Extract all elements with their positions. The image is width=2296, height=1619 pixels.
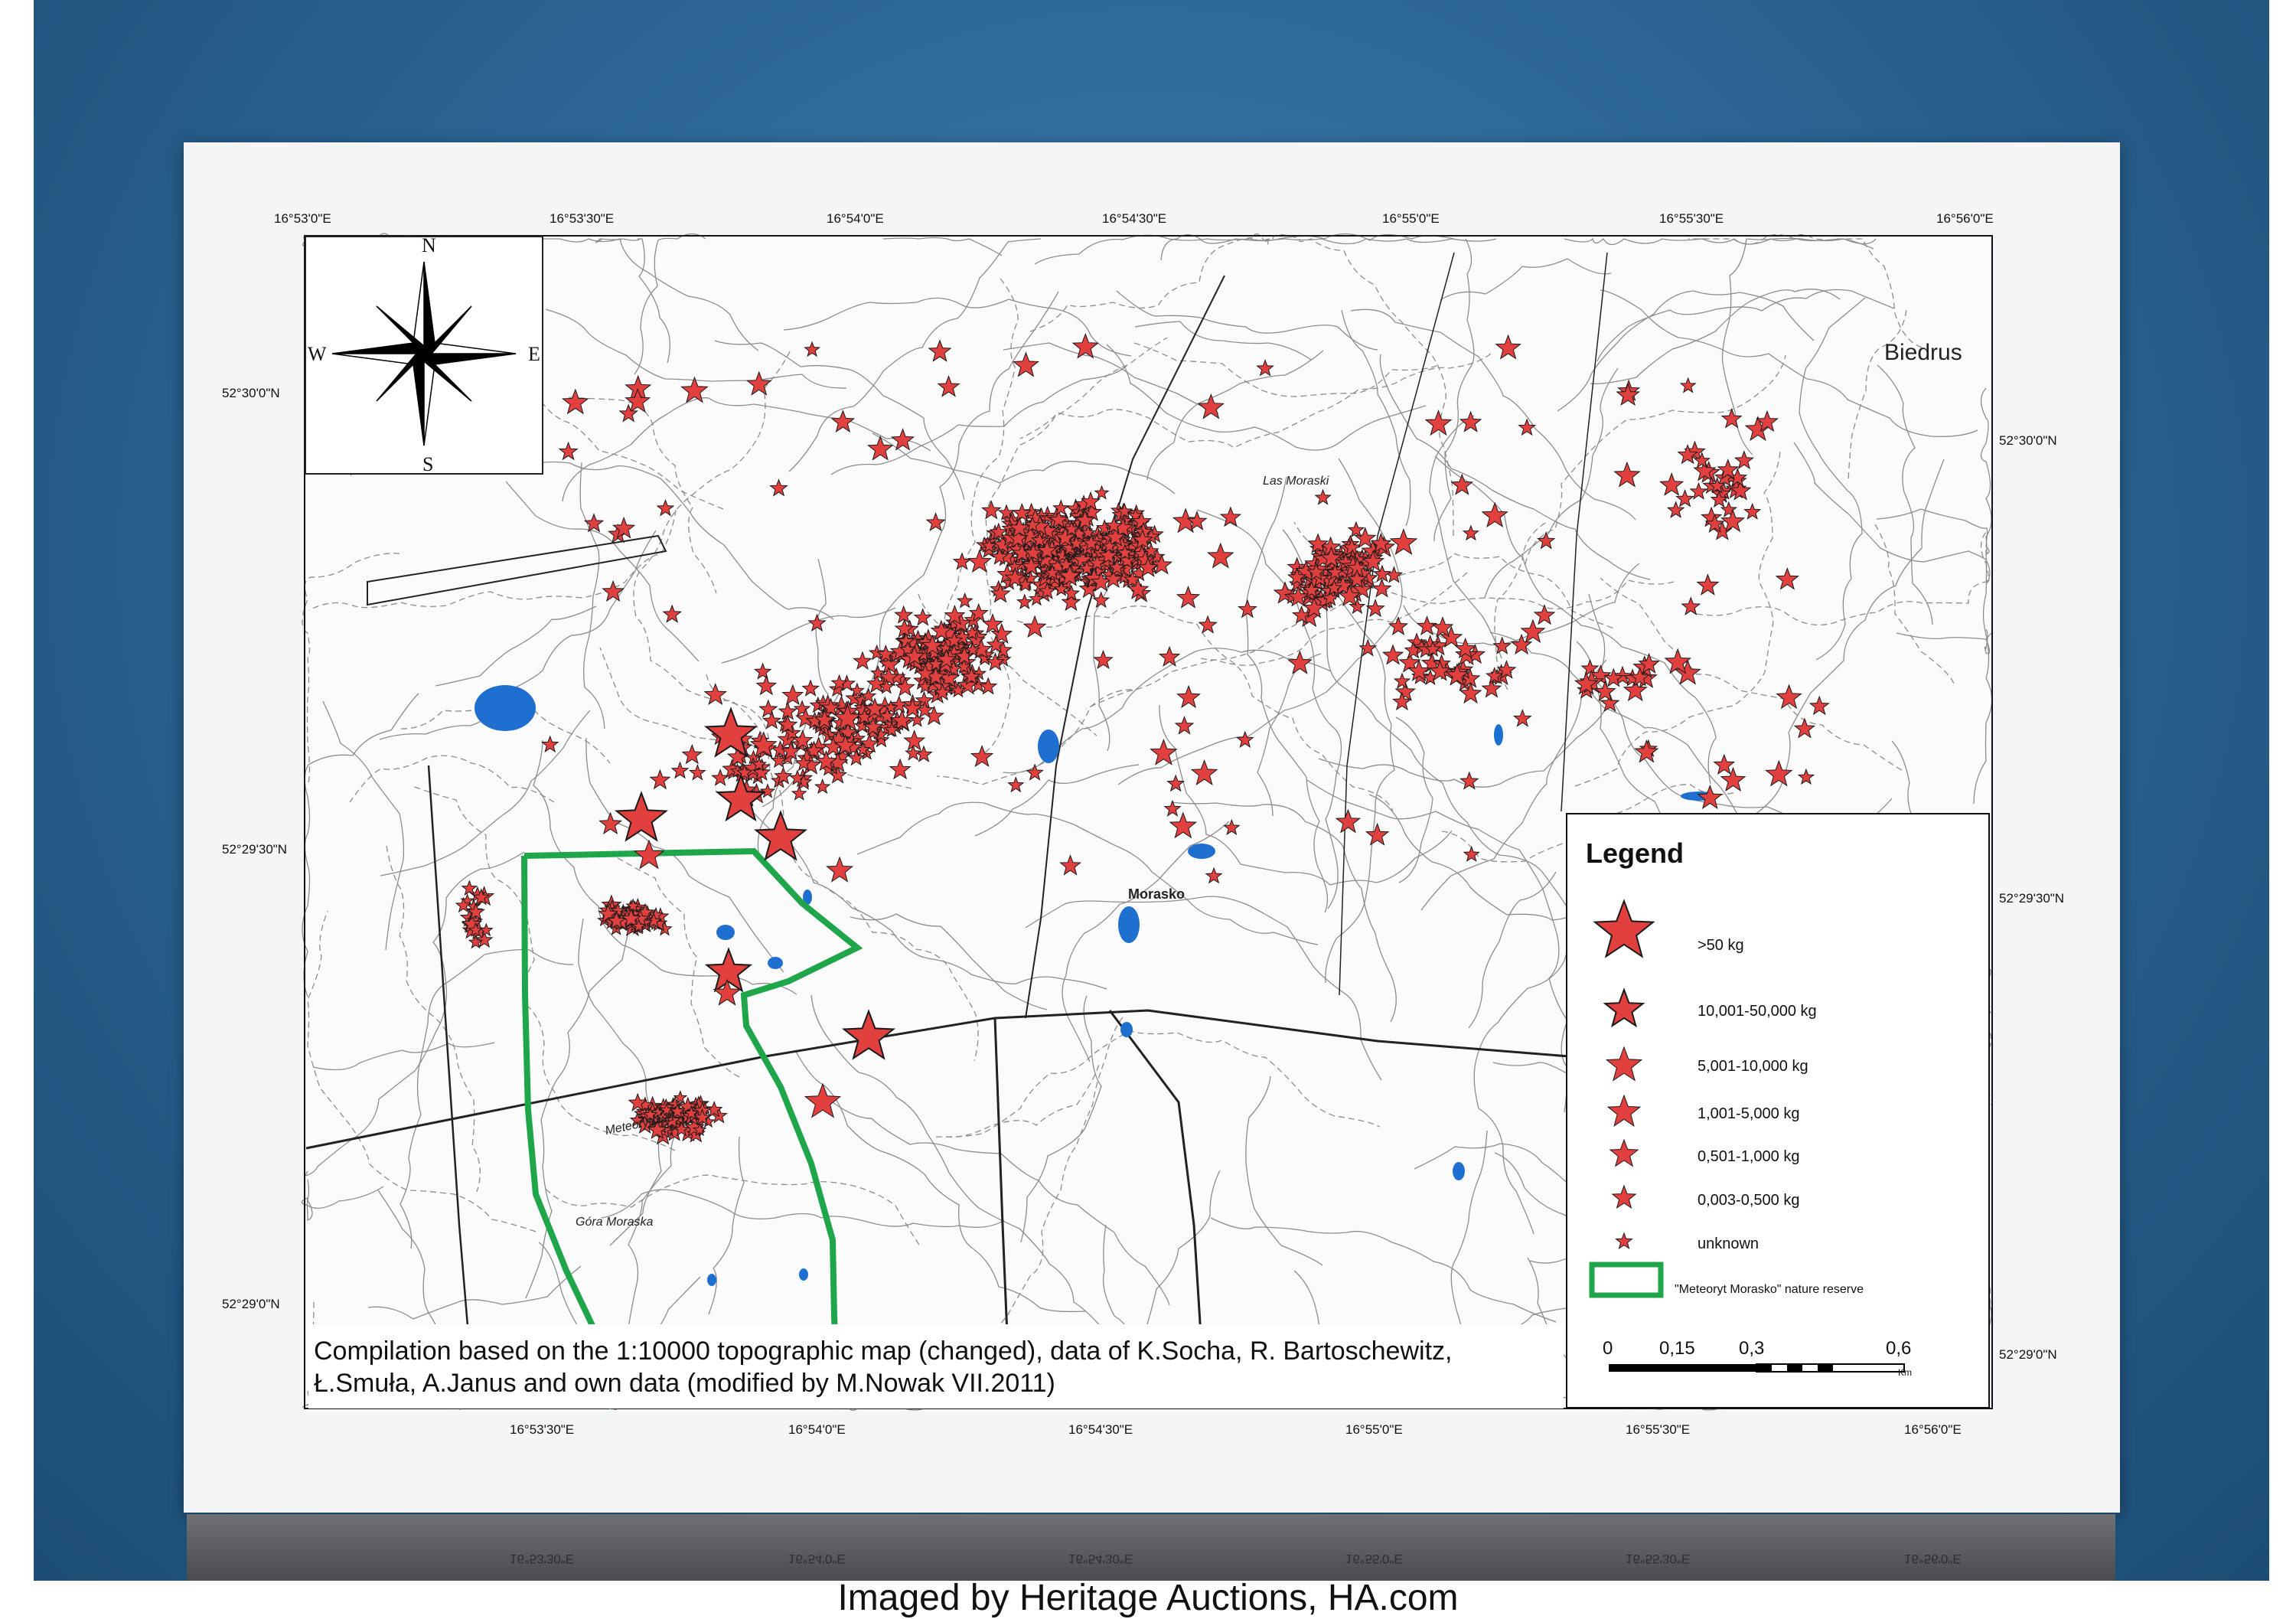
water-body bbox=[768, 957, 783, 969]
water-body bbox=[1494, 724, 1503, 746]
legend-label: unknown bbox=[1698, 1235, 1760, 1252]
coord-bottom: 16°53'30"E bbox=[510, 1422, 575, 1437]
scale-unit: Km bbox=[1898, 1367, 1912, 1378]
water-body bbox=[475, 685, 536, 731]
scale-tick: 0,6 bbox=[1886, 1338, 1912, 1359]
compass-rose-icon bbox=[331, 261, 517, 446]
reflected-coord: 16°53'30"E bbox=[510, 1552, 575, 1566]
reflected-coord: 16°55'0"E bbox=[1345, 1552, 1403, 1566]
compass-panel bbox=[305, 236, 543, 475]
coord-left: 52°29'0"N bbox=[222, 1297, 280, 1311]
coord-bottom: 16°54'0"E bbox=[788, 1422, 846, 1437]
scale-tick: 0,3 bbox=[1739, 1338, 1765, 1359]
coord-left: 52°30'0"N bbox=[222, 386, 280, 400]
place-las-moraski: Las Moraski bbox=[1263, 475, 1329, 488]
coord-right: 52°29'30"N bbox=[1999, 891, 2065, 906]
coord-bottom: 16°54'30"E bbox=[1068, 1422, 1133, 1437]
legend-label: "Meteoryt Morasko" nature reserve bbox=[1675, 1283, 1864, 1296]
coord-bottom: 16°55'30"E bbox=[1626, 1422, 1691, 1437]
water-body bbox=[1120, 1022, 1133, 1037]
caption-line-1: Compilation based on the 1:10000 topogra… bbox=[314, 1337, 1453, 1366]
legend-title: Legend bbox=[1586, 837, 1684, 869]
coord-top: 16°53'0"E bbox=[274, 211, 331, 226]
water-body bbox=[707, 1274, 716, 1286]
coord-bottom: 16°55'0"E bbox=[1345, 1422, 1403, 1437]
compass-north-label: N bbox=[422, 234, 436, 256]
reflected-coord: 16°54'30"E bbox=[1068, 1552, 1133, 1566]
reflected-coord: 16°54'0"E bbox=[788, 1552, 846, 1566]
water-body bbox=[1453, 1162, 1465, 1180]
reflected-coord: 16°56'0"E bbox=[1904, 1552, 1962, 1566]
place-gora-moraska: Góra Moraska bbox=[576, 1216, 654, 1229]
coord-top: 16°54'30"E bbox=[1102, 211, 1167, 226]
coord-top: 16°54'0"E bbox=[827, 211, 884, 226]
place-biedrus: Biedrus bbox=[1884, 340, 1962, 365]
legend-label: 0,003-0,500 kg bbox=[1698, 1192, 1800, 1209]
legend-label: 1,001-5,000 kg bbox=[1698, 1105, 1800, 1122]
caption-line-2: Ł.Smuła, A.Janus and own data (modified … bbox=[314, 1369, 1055, 1398]
compass-south-label: S bbox=[422, 453, 434, 475]
compass-west-label: W bbox=[308, 343, 327, 365]
coord-bottom: 16°56'0"E bbox=[1904, 1422, 1962, 1437]
water-body bbox=[1188, 844, 1215, 859]
reflected-coord: 16°55'30"E bbox=[1626, 1552, 1691, 1566]
coord-left: 52°29'30"N bbox=[222, 842, 288, 857]
scale-tick: 0,15 bbox=[1659, 1338, 1695, 1359]
coord-right: 52°29'0"N bbox=[1999, 1347, 2057, 1362]
coord-right: 52°30'0"N bbox=[1999, 433, 2057, 448]
legend-label: 5,001-10,000 kg bbox=[1698, 1058, 1808, 1075]
water-body bbox=[799, 1268, 808, 1281]
compass-east-label: E bbox=[528, 343, 540, 365]
water-body bbox=[1118, 906, 1140, 943]
image-credit: Imaged by Heritage Auctions, HA.com bbox=[837, 1578, 1459, 1618]
place-morasko: Morasko bbox=[1128, 886, 1186, 902]
water-body bbox=[716, 925, 735, 940]
scale-tick: 0 bbox=[1603, 1338, 1613, 1359]
coord-top: 16°55'30"E bbox=[1659, 211, 1724, 226]
coord-top: 16°53'30"E bbox=[550, 211, 615, 226]
map-caption: Compilation based on the 1:10000 topogra… bbox=[314, 1335, 1561, 1399]
legend-label: 10,001-50,000 kg bbox=[1698, 1003, 1817, 1020]
coord-top: 16°56'0"E bbox=[1936, 211, 1994, 226]
legend-label: >50 kg bbox=[1698, 937, 1744, 954]
legend-label: 0,501-1,000 kg bbox=[1698, 1148, 1800, 1165]
coord-top: 16°55'0"E bbox=[1382, 211, 1440, 226]
water-body bbox=[1038, 730, 1059, 763]
